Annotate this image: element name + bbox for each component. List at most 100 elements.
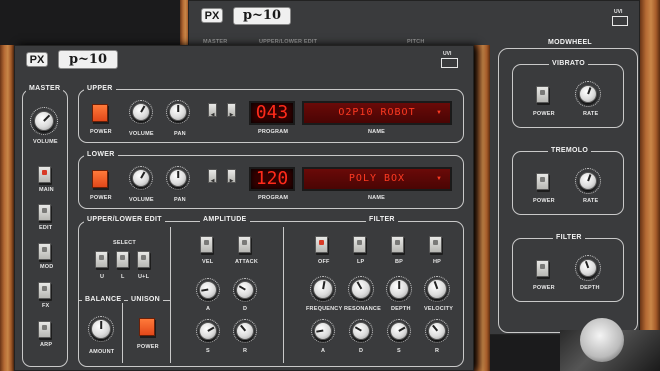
modwheel-title: MODWHEEL: [545, 39, 596, 46]
filter-resonance-knob[interactable]: [351, 279, 371, 299]
lower-prev-button[interactable]: ◀: [208, 169, 217, 184]
unison-power-button[interactable]: [139, 318, 155, 336]
master-edit-label: EDIT: [39, 225, 53, 231]
back-uvi-icon: [612, 16, 628, 26]
divider-edit-amplitude: [170, 227, 171, 363]
unison-power-label: POWER: [137, 344, 159, 350]
back-wood-right: [640, 0, 660, 330]
filter-frequency-label: FREQUENCY: [306, 306, 343, 312]
back-uvi-logo: UVI: [614, 9, 623, 15]
divider-amplitude-filter: [283, 227, 284, 363]
amp-s-knob[interactable]: [199, 322, 217, 340]
select-l-button[interactable]: [116, 251, 129, 268]
front-wood-left: [0, 45, 14, 371]
tremolo-rate-knob[interactable]: [579, 172, 597, 190]
lower-pan-knob[interactable]: [169, 169, 187, 187]
lower-next-button[interactable]: ▶: [227, 169, 236, 184]
master-title: MASTER: [26, 85, 64, 92]
master-fx-button[interactable]: [38, 282, 51, 299]
filter-r-knob[interactable]: [428, 322, 446, 340]
filter-depth-knob[interactable]: [389, 279, 409, 299]
amp-r-knob[interactable]: [236, 322, 254, 340]
master-volume-knob[interactable]: [34, 111, 54, 131]
filter-velocity-knob[interactable]: [427, 279, 447, 299]
filter-lp-label: LP: [357, 259, 365, 265]
mw-filter-depth-knob[interactable]: [579, 259, 597, 277]
filter-hp-button[interactable]: [429, 236, 442, 253]
filter-r-label: R: [435, 348, 440, 354]
filter-frequency-knob[interactable]: [313, 279, 333, 299]
upper-prev-button[interactable]: ◀: [208, 103, 217, 118]
select-ul-label: U+L: [138, 274, 150, 280]
master-arp-button[interactable]: [38, 321, 51, 338]
unison-title: UNISON: [128, 296, 164, 303]
amp-r-label: R: [243, 348, 248, 354]
vibrato-power-button[interactable]: [536, 86, 549, 103]
upper-name-label: NAME: [368, 129, 385, 135]
lower-program-display[interactable]: 120: [249, 167, 295, 191]
filter-off-label: OFF: [318, 259, 330, 265]
amp-vel-button[interactable]: [200, 236, 213, 253]
filter-d-knob[interactable]: [352, 322, 370, 340]
upper-next-button[interactable]: ▶: [227, 103, 236, 118]
filter-a-knob[interactable]: [314, 322, 332, 340]
master-mod-label: MOD: [40, 264, 54, 270]
vibrato-group: [512, 64, 624, 128]
amp-a-knob[interactable]: [199, 281, 217, 299]
amp-a-label: A: [206, 306, 211, 312]
master-edit-button[interactable]: [38, 204, 51, 221]
filter-s-knob[interactable]: [390, 322, 408, 340]
upper-power-label: POWER: [90, 129, 112, 135]
master-main-label: MAIN: [39, 187, 54, 193]
master-mod-button[interactable]: [38, 243, 51, 260]
filter-hp-label: HP: [433, 259, 442, 265]
front-logo-px: PX: [26, 52, 48, 67]
background-knob-image: [580, 318, 624, 362]
filter-bp-button[interactable]: [391, 236, 404, 253]
front-uvi-logo: UVI: [443, 51, 452, 57]
lower-name-label: NAME: [368, 195, 385, 201]
select-u-label: U: [100, 274, 105, 280]
vibrato-title: VIBRATO: [549, 60, 588, 67]
front-wood-right: [474, 45, 490, 371]
lower-power-button[interactable]: [92, 170, 108, 188]
filter-lp-button[interactable]: [353, 236, 366, 253]
upper-program-display[interactable]: 043: [249, 101, 295, 125]
vibrato-power-label: POWER: [533, 111, 555, 117]
upper-volume-label: VOLUME: [129, 131, 154, 137]
tremolo-power-button[interactable]: [536, 173, 549, 190]
upper-volume-knob[interactable]: [132, 103, 150, 121]
amp-s-label: S: [206, 348, 210, 354]
lower-name-dropdown-icon: ▼: [436, 176, 442, 182]
vibrato-rate-knob[interactable]: [579, 85, 597, 103]
upper-pan-knob[interactable]: [169, 103, 187, 121]
lower-volume-knob[interactable]: [132, 169, 150, 187]
front-uvi-icon: [441, 58, 458, 68]
lower-title: LOWER: [84, 151, 118, 158]
master-arp-label: ARP: [40, 342, 53, 348]
amp-d-label: D: [243, 306, 248, 312]
upper-name-display[interactable]: O2P10 ROBOT: [302, 101, 452, 125]
mw-filter-title: FILTER: [553, 234, 585, 241]
filter-resonance-label: RESONANCE: [344, 306, 381, 312]
tremolo-title: TREMOLO: [548, 147, 592, 154]
filter-d-label: D: [359, 348, 364, 354]
amp-attack-button[interactable]: [238, 236, 251, 253]
mw-filter-depth-label: DEPTH: [580, 285, 600, 291]
lower-name-display[interactable]: POLY BOX: [302, 167, 452, 191]
select-ul-button[interactable]: [137, 251, 150, 268]
vibrato-rate-label: RATE: [583, 111, 599, 117]
amp-d-knob[interactable]: [236, 281, 254, 299]
mw-filter-power-button[interactable]: [536, 260, 549, 277]
master-main-button[interactable]: [38, 166, 51, 183]
select-u-button[interactable]: [95, 251, 108, 268]
upper-power-button[interactable]: [92, 104, 108, 122]
edit-title: UPPER/LOWER EDIT: [84, 216, 165, 223]
filter-off-button[interactable]: [315, 236, 328, 253]
select-l-label: L: [121, 274, 125, 280]
filter-bp-label: BP: [395, 259, 404, 265]
amp-attack-label: ATTACK: [235, 259, 258, 265]
select-label: SELECT: [113, 240, 136, 246]
balance-amount-knob[interactable]: [91, 319, 111, 339]
upper-title: UPPER: [84, 85, 116, 92]
